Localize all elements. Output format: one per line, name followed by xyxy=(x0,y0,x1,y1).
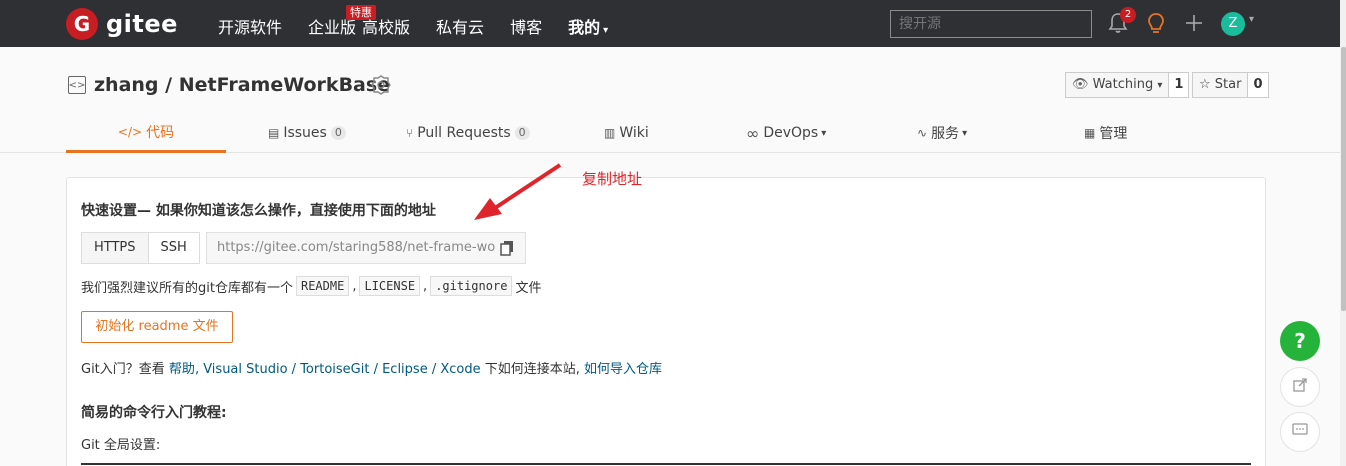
logo-mark: G xyxy=(66,8,98,40)
tools-links[interactable]: , Visual Studio / TortoiseGit / Eclipse … xyxy=(195,362,481,377)
tab-code-label: 代码 xyxy=(146,124,175,141)
ssh-button[interactable]: SSH xyxy=(148,232,200,264)
tab-issues[interactable]: ▤ Issues 0 xyxy=(268,113,346,153)
chevron-down-icon: ▾ xyxy=(1157,80,1163,91)
comma: , xyxy=(423,278,428,294)
copy-icon[interactable] xyxy=(500,240,514,260)
help-link[interactable]: 帮助 xyxy=(169,362,195,377)
nav-item-enterprise[interactable]: 企业版 特惠 xyxy=(308,5,377,38)
repo-separator: / xyxy=(158,74,179,96)
quick-setup-title: 快速设置— 如果你知道该怎么操作，直接使用下面的地址 xyxy=(81,203,436,219)
medal-icon[interactable] xyxy=(371,74,391,100)
share-icon xyxy=(1292,377,1308,397)
repo-owner-link[interactable]: zhang xyxy=(94,74,159,96)
main-nav: 开源软件 企业版 特惠 高校版 私有云 博客 我的 ▾ xyxy=(218,5,634,38)
document-icon: ▦ xyxy=(1084,126,1096,140)
pulse-icon: ∿ xyxy=(917,126,928,140)
tab-code[interactable]: </> 代码 xyxy=(66,113,226,153)
git-global-setting: Git 全局设置: xyxy=(81,438,161,453)
scrollbar-thumb[interactable] xyxy=(1341,47,1346,311)
git-intro-text: Git入门？查看 帮助, Visual Studio / TortoiseGit… xyxy=(81,358,662,377)
tab-devops-label: DevOps xyxy=(763,125,819,141)
repo-code-icon: <> xyxy=(68,76,86,94)
nav-item-mine[interactable]: 我的 ▾ xyxy=(568,14,608,38)
watch-label: Watching xyxy=(1092,77,1154,92)
tab-services[interactable]: ∿ 服务 ▾ xyxy=(917,113,967,153)
tab-pull-requests-label: Pull Requests xyxy=(417,125,511,141)
tab-manage[interactable]: ▦ 管理 xyxy=(1084,113,1127,153)
notification-badge: 2 xyxy=(1120,7,1136,23)
https-button[interactable]: HTTPS xyxy=(81,232,149,264)
code-block-top xyxy=(81,463,1251,465)
intro-middle: 下如何连接本站, xyxy=(480,362,585,377)
protocol-switch: HTTPS SSH xyxy=(81,232,200,264)
nav-item-blog[interactable]: 博客 xyxy=(510,14,542,38)
chevron-down-icon: ▾ xyxy=(821,127,827,139)
star-count[interactable]: 0 xyxy=(1248,72,1269,98)
tab-manage-label: 管理 xyxy=(1099,126,1128,142)
recommend-suffix: 文件 xyxy=(515,280,542,296)
intro-prefix: Git入门？查看 xyxy=(81,362,169,377)
logo-text: gitee xyxy=(106,10,178,38)
comma: , xyxy=(352,278,357,294)
chevron-down-icon: ▾ xyxy=(603,25,609,36)
pull-requests-count: 0 xyxy=(514,126,530,140)
tab-wiki-label: Wiki xyxy=(619,125,649,141)
import-repo-link[interactable]: 如何导入仓库 xyxy=(584,362,662,377)
watch-count[interactable]: 1 xyxy=(1169,72,1190,98)
book-icon: ▥ xyxy=(604,126,616,140)
annotation-label: 复制地址 xyxy=(582,170,643,188)
chat-button[interactable] xyxy=(1280,412,1320,452)
issues-icon: ▤ xyxy=(268,126,280,140)
star-label: Star xyxy=(1214,77,1242,92)
chat-icon xyxy=(1292,422,1308,442)
eye-icon: 👁︎ xyxy=(1072,77,1089,92)
annotation-arrow xyxy=(470,160,570,229)
star-button[interactable]: ☆ Star xyxy=(1192,72,1249,98)
repo-name-link[interactable]: NetFrameWorkBase xyxy=(179,74,390,96)
watch-control: 👁︎ Watching ▾ 1 xyxy=(1065,72,1190,98)
plus-icon[interactable] xyxy=(1184,12,1204,38)
tab-services-label: 服务 xyxy=(931,126,960,142)
readme-file: README xyxy=(295,276,350,296)
nav-item-education[interactable]: 高校版 xyxy=(362,14,410,38)
chevron-down-icon[interactable]: ▾ xyxy=(1249,14,1254,25)
code-icon: </> xyxy=(117,124,143,139)
avatar[interactable]: Z xyxy=(1221,12,1245,36)
repo-title: <> zhang / NetFrameWorkBase xyxy=(68,74,390,96)
top-navbar xyxy=(0,0,1340,47)
share-button[interactable] xyxy=(1280,367,1320,407)
nav-item-enterprise-label: 企业版 xyxy=(308,18,357,37)
chevron-down-icon: ▾ xyxy=(962,127,968,139)
star-control: ☆ Star 0 xyxy=(1192,72,1269,98)
watch-button[interactable]: 👁︎ Watching ▾ xyxy=(1065,72,1170,98)
nav-item-private-cloud[interactable]: 私有云 xyxy=(436,14,484,38)
quick-setup-panel xyxy=(66,177,1266,466)
nav-item-opensource[interactable]: 开源软件 xyxy=(218,14,282,38)
lightbulb-icon[interactable] xyxy=(1146,12,1166,40)
tab-devops[interactable]: ∞ DevOps ▾ xyxy=(746,113,826,153)
license-file: LICENSE xyxy=(359,276,421,296)
issues-count: 0 xyxy=(330,126,346,140)
cli-tutorial-title: 简易的命令行入门教程: xyxy=(81,405,227,421)
clone-url-field[interactable]: https://gitee.com/staring588/net-frame-w… xyxy=(206,232,526,264)
repo-tabs: </> 代码 ▤ Issues 0 ⑂ Pull Requests 0 ▥ Wiki ∞ De… xyxy=(66,113,1266,153)
gitignore-file: .gitignore xyxy=(430,276,513,296)
recommend-prefix: 我们强烈建议所有的git仓库都有一个 xyxy=(81,280,293,296)
infinity-icon: ∞ xyxy=(746,123,760,143)
star-icon: ☆ xyxy=(1199,77,1211,92)
init-readme-button[interactable]: 初始化 readme 文件 xyxy=(81,311,233,343)
pull-request-icon: ⑂ xyxy=(406,126,414,140)
gitee-logo[interactable]: G gitee xyxy=(66,8,178,40)
recommend-text: 我们强烈建议所有的git仓库都有一个 README, LICENSE, .git… xyxy=(81,276,541,296)
nav-item-mine-label: 我的 xyxy=(568,18,601,37)
tab-issues-label: Issues xyxy=(283,125,327,141)
tab-wiki[interactable]: ▥ Wiki xyxy=(604,113,649,153)
search-input[interactable] xyxy=(890,10,1092,38)
tab-pull-requests[interactable]: ⑂ Pull Requests 0 xyxy=(406,113,530,153)
help-button[interactable]: ? xyxy=(1280,321,1320,361)
